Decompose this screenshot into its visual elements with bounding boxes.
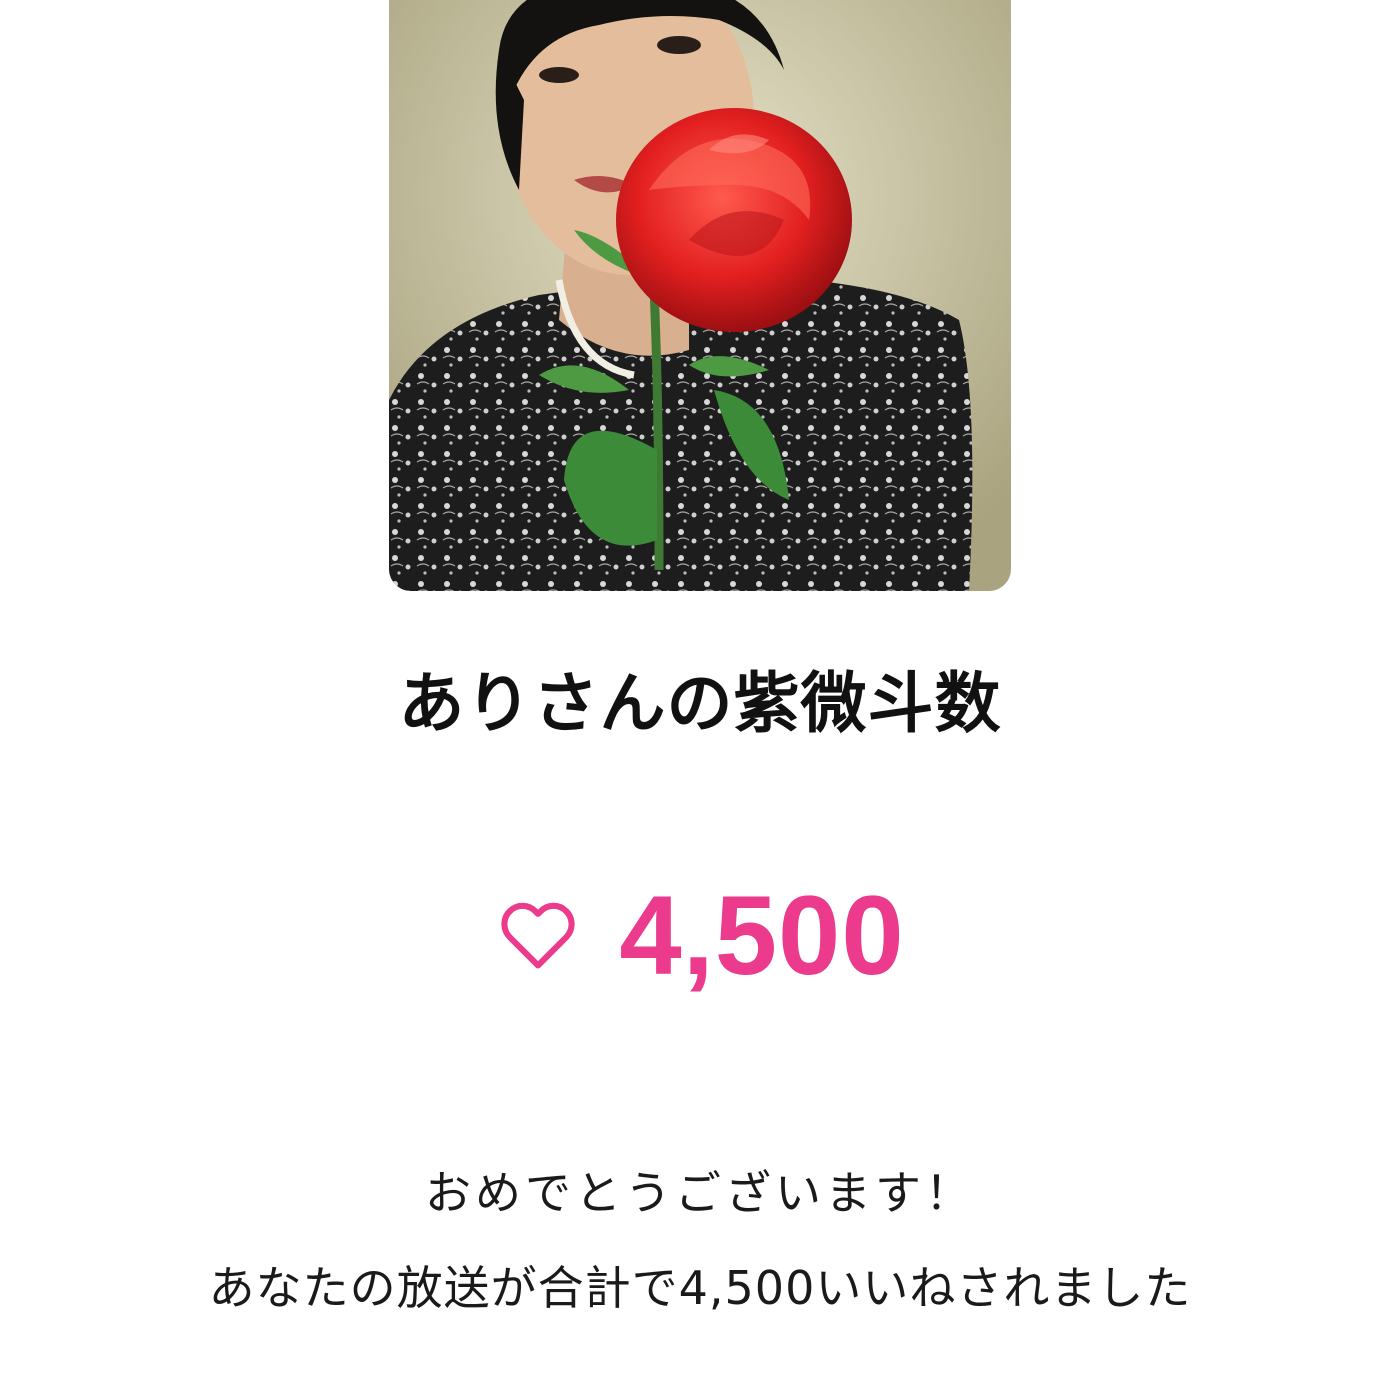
likes-count: 4,500: [619, 872, 905, 998]
heart-outline-icon: [501, 902, 575, 969]
channel-title: ありさんの紫微斗数: [398, 665, 1002, 742]
congratulations-message: おめでとうございます！: [425, 1166, 975, 1220]
cover-image: [389, 0, 1011, 591]
likes-total-message: あなたの放送が合計で4,500いいねされました: [208, 1261, 1192, 1315]
likes-summary: 4,500: [0, 870, 1400, 1000]
